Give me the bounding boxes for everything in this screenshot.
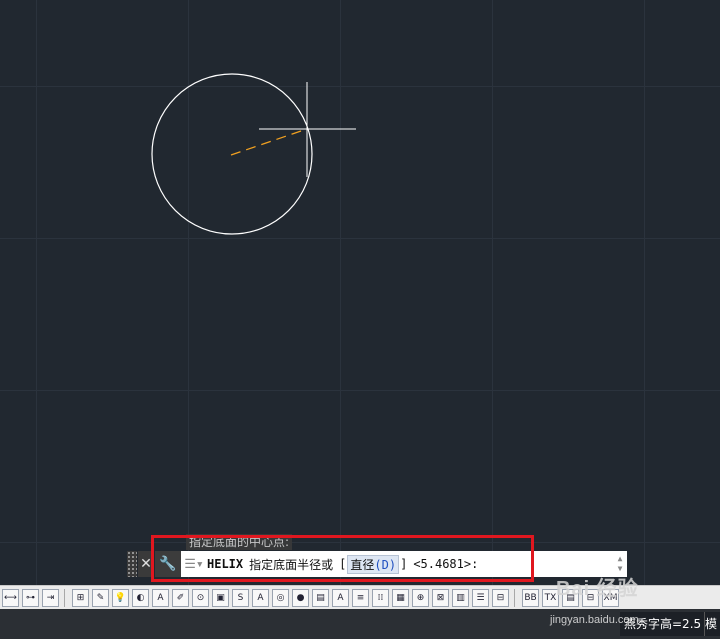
watermark-url: jingyan.baidu.com xyxy=(550,614,639,626)
toolbar-button[interactable]: ☰ xyxy=(472,589,489,607)
command-prompt-text: 指定底面半径或 xyxy=(249,557,334,572)
toolbar-button[interactable]: 💡 xyxy=(112,589,129,607)
drawing-canvas[interactable] xyxy=(0,0,720,585)
option-bracket-open: [ xyxy=(339,557,347,571)
toolbar-button[interactable]: ⊞ xyxy=(72,589,89,607)
option-bracket-close: ] xyxy=(400,557,408,571)
command-line-customize-button[interactable]: 🔧 xyxy=(155,551,181,577)
toolbar-button[interactable]: ▣ xyxy=(212,589,229,607)
default-value: <5.4681>: xyxy=(413,557,479,571)
command-history-line: 指定底面的中心点: xyxy=(186,534,293,550)
baidu-watermark: Bai 经验 jingyan.baidu.com xyxy=(550,572,639,626)
drawing-svg xyxy=(151,73,356,235)
toolbar-button[interactable]: ⇥ xyxy=(42,589,59,607)
toolbar-button[interactable]: ⊠ xyxy=(432,589,449,607)
toolbar-button[interactable]: ⊕ xyxy=(412,589,429,607)
command-line-close-button[interactable]: ✕ xyxy=(138,551,154,577)
command-line-grip-handle[interactable] xyxy=(127,551,137,577)
model-tab[interactable]: 模 xyxy=(704,612,720,636)
toolbar-button[interactable]: A xyxy=(152,589,169,607)
toolbar-separator xyxy=(64,589,67,607)
toolbar-button[interactable]: ✐ xyxy=(172,589,189,607)
radius-rubber-band-line xyxy=(230,130,302,156)
watermark-logo: Bai 经验 xyxy=(556,578,639,600)
toolbar-button[interactable]: ≡ xyxy=(352,589,369,607)
toolbar-button[interactable]: ▥ xyxy=(452,589,469,607)
toolbar-button[interactable]: ⊙ xyxy=(192,589,209,607)
diameter-option-key: (D) xyxy=(374,557,397,572)
diameter-option-label: 直径 xyxy=(350,557,375,572)
command-name: HELIX xyxy=(207,557,244,571)
toolbar-button[interactable]: ✎ xyxy=(92,589,109,607)
wrench-icon: 🔧 xyxy=(159,556,177,572)
toolbar-button[interactable]: ⊶ xyxy=(22,589,39,607)
toolbar-button[interactable]: ⁞⁞ xyxy=(372,589,389,607)
toolbar-button[interactable]: ▤ xyxy=(312,589,329,607)
toolbar-button[interactable]: ◎ xyxy=(272,589,289,607)
toolbar-button[interactable]: ⟷ xyxy=(2,589,19,607)
toolbar-button[interactable]: ● xyxy=(292,589,309,607)
command-menu-icon[interactable]: ☰▾ xyxy=(181,557,207,572)
toolbar-button[interactable]: BB xyxy=(522,589,539,607)
command-scroll-arrows[interactable]: ▲ ▼ xyxy=(615,554,625,574)
toolbar-button[interactable]: ⊟ xyxy=(492,589,509,607)
toolbar-button[interactable]: ◐ xyxy=(132,589,149,607)
toolbar-button[interactable]: A xyxy=(332,589,349,607)
toolbar-button[interactable]: S xyxy=(232,589,249,607)
toolbar-button[interactable]: ▦ xyxy=(392,589,409,607)
toolbar-button[interactable]: A xyxy=(252,589,269,607)
diameter-option-button[interactable]: 直径(D) xyxy=(347,554,400,574)
toolbar-separator xyxy=(514,589,517,607)
